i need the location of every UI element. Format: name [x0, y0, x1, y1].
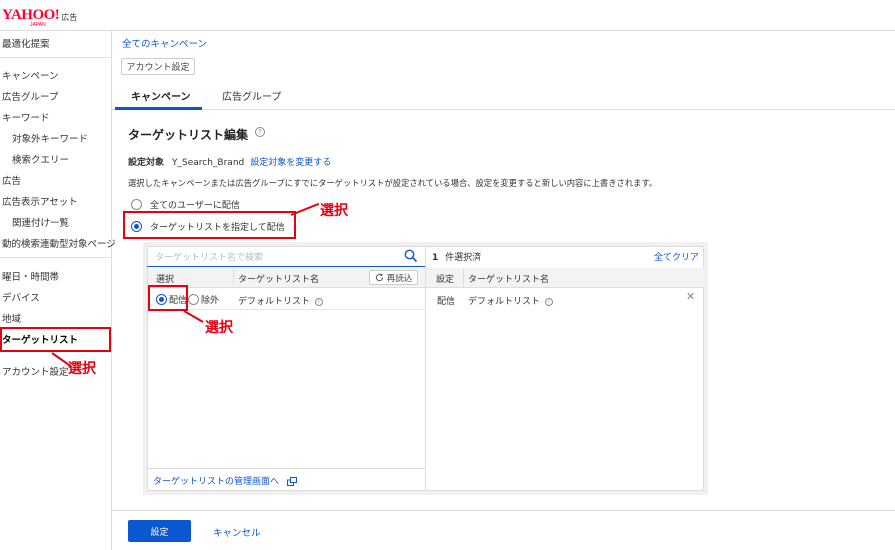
col-name-header: ターゲットリスト名 [238, 275, 320, 285]
footer-divider [112, 510, 895, 511]
col-select-header: 選択 [156, 275, 175, 285]
sidebar-item-schedule[interactable]: 曜日・時間帯 [2, 269, 59, 283]
sidebar-item-keyword[interactable]: キーワード [2, 110, 50, 124]
highlight-sidebar-target-list [0, 327, 111, 352]
search-icon[interactable] [404, 249, 418, 263]
radio-label: 全てのユーザーに配信 [150, 201, 240, 211]
panel-footer-divider [148, 468, 425, 469]
highlight-deliver-radio [148, 285, 188, 311]
sidebar-item-ad-asset[interactable]: 広告表示アセット [2, 194, 78, 208]
logo-sub: 広告 [61, 13, 78, 22]
reload-button[interactable]: 再読込 [369, 270, 418, 285]
exclude-label: 除外 [201, 296, 220, 306]
target-label: 設定対象 [128, 158, 165, 168]
external-window-icon [286, 477, 297, 486]
change-target-link[interactable]: 設定対象を変更する [250, 158, 331, 168]
radio-button[interactable] [131, 199, 142, 210]
target-list-management-link[interactable]: ターゲットリストの管理画面へ [153, 474, 297, 487]
sidebar-item-dynamic-search[interactable]: 動的検索連動型対象ページ [2, 236, 116, 250]
mgmt-link-label: ターゲットリストの管理画面へ [153, 477, 280, 487]
annotation-label: 選択 [320, 203, 348, 219]
sidebar-item-region[interactable]: 地域 [2, 311, 21, 325]
tab-adgroup[interactable]: 広告グループ [222, 88, 281, 103]
annotation-label: 選択 [205, 320, 233, 336]
cancel-button[interactable]: キャンセル [213, 525, 261, 539]
list-item-name: デフォルトリスト i [238, 294, 324, 307]
remove-icon[interactable]: ✕ [686, 290, 695, 303]
info-icon[interactable]: i [315, 297, 324, 306]
sidebar-item-association[interactable]: 関連付け一覧 [12, 215, 69, 229]
annotation-label: 選択 [68, 361, 96, 377]
search-placeholder: ターゲットリスト名で検索 [155, 253, 264, 263]
logo-text: YAHOO! [2, 7, 60, 23]
list-name: デフォルトリスト [238, 297, 311, 307]
top-bar: YAHOO! 広告 JAPAN [0, 0, 895, 31]
sidebar-item-adgroup[interactable]: 広告グループ [2, 89, 58, 103]
reload-icon [375, 273, 383, 282]
selected-name: デフォルトリスト [468, 297, 541, 307]
yahoo-logo[interactable]: YAHOO! 広告 JAPAN [2, 7, 78, 29]
submit-button[interactable]: 設定 [128, 520, 191, 542]
sidebar-divider [0, 57, 111, 58]
radio-all-users[interactable]: 全てのユーザーに配信 [131, 198, 240, 211]
account-settings-button[interactable]: アカウント設定 [121, 58, 195, 75]
info-icon[interactable]: i [545, 297, 554, 306]
radio-exclude[interactable] [188, 294, 199, 305]
col-setting-header: 設定 [436, 275, 455, 285]
sidebar-item-campaign[interactable]: キャンペーン [2, 68, 59, 82]
reload-label: 再読込 [386, 273, 413, 284]
page-title: ターゲットリスト編集 [128, 128, 249, 142]
row-divider [148, 309, 425, 310]
sidebar-item-device[interactable]: デバイス [2, 290, 40, 304]
clear-all-link[interactable]: 全てクリア [654, 250, 699, 263]
target-value: Y_Search_Brand [172, 158, 245, 168]
tab-active-indicator [115, 107, 202, 110]
sidebar-item-account-settings[interactable]: アカウント設定 [2, 364, 69, 378]
help-icon[interactable]: ? [255, 127, 265, 137]
breadcrumb[interactable]: 全てのキャンペーン [122, 36, 207, 50]
selected-count-suffix: 件選択済 [445, 253, 482, 263]
highlight-radio-target-list [123, 211, 296, 239]
col-name-header: ターゲットリスト名 [468, 275, 550, 285]
selected-setting: 配信 [437, 297, 456, 307]
sidebar-divider [0, 257, 111, 258]
selected-count: 1 件選択済 [432, 250, 481, 263]
sidebar-item-search-query[interactable]: 検索クエリー [12, 152, 69, 166]
col-divider [233, 268, 234, 286]
sidebar-item-ad[interactable]: 広告 [2, 173, 21, 187]
sidebar-item-negative-keyword[interactable]: 対象外キーワード [12, 131, 88, 145]
row-exclude-option[interactable]: 除外 [188, 293, 219, 306]
sidebar-item-optimization[interactable]: 最適化提案 [2, 36, 50, 50]
logo-japan: JAPAN [30, 22, 46, 28]
annotation-arrow [290, 202, 320, 216]
col-divider [463, 268, 464, 288]
tab-campaign[interactable]: キャンペーン [131, 88, 191, 103]
selected-count-number: 1 [432, 253, 439, 263]
target-row: 設定対象 Y_Search_Brand 設定対象を変更する [128, 155, 331, 168]
selected-item-name: デフォルトリスト i [468, 294, 554, 307]
overwrite-notice: 選択したキャンペーンまたは広告グループにすでにターゲットリストが設定されている場… [128, 178, 658, 188]
